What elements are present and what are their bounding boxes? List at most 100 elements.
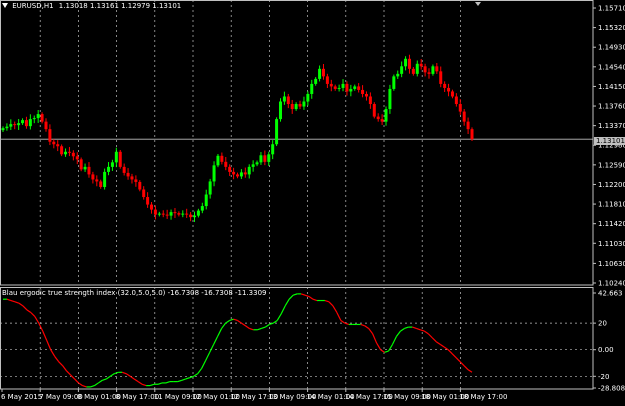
candle-body: [56, 144, 60, 147]
indicator-tick-label: 42.663: [598, 290, 623, 298]
candle-body: [118, 151, 122, 167]
candle-body: [220, 155, 224, 162]
candle-body: [193, 215, 197, 218]
indicator-segment: [102, 378, 107, 381]
candle-body: [142, 189, 146, 198]
candle-body: [271, 144, 275, 155]
candle-body: [75, 156, 79, 160]
indicator-segment: [435, 341, 441, 345]
indicator-segment: [391, 336, 398, 345]
candle-body: [466, 121, 470, 130]
candle-body: [275, 119, 279, 145]
indicator-segment: [451, 353, 457, 359]
candle-body: [321, 68, 325, 77]
candle-body: [185, 213, 189, 215]
candle-body: [263, 155, 267, 162]
indicator-segment: [98, 379, 103, 384]
indicator-segment: [336, 312, 342, 321]
candle-body: [267, 154, 271, 162]
indicator-segment: [22, 305, 28, 311]
indicator-segment: [50, 349, 56, 357]
indicator-segment: [447, 349, 453, 355]
candle-body: [239, 172, 243, 177]
candle-body: [290, 104, 294, 110]
candle-body: [71, 152, 75, 157]
candle-body: [286, 96, 290, 105]
candle-body: [134, 179, 138, 182]
indicator-segment: [420, 329, 425, 332]
candle-body: [107, 166, 111, 172]
candle-body: [52, 141, 56, 145]
y-tick-label: 1.11420: [598, 220, 625, 228]
indicator-segment: [237, 319, 242, 324]
candle-body: [232, 171, 236, 175]
candle-body: [380, 119, 384, 122]
candle-body: [318, 68, 322, 79]
candle-body: [427, 72, 431, 74]
candle-body: [200, 206, 204, 211]
candle-body: [110, 162, 114, 167]
candle-body: [396, 73, 400, 77]
indicator-segment: [233, 318, 238, 322]
time-axis: 6 May 20157 May 09:008 May 01:008 May 17…: [1, 389, 507, 401]
candle-body: [161, 213, 165, 215]
indicator-segment: [149, 383, 155, 387]
current-price-tag: 1.13101: [594, 137, 625, 145]
candle-body: [13, 124, 17, 126]
candle-body: [216, 155, 220, 166]
x-tick-label: 18 May 17:00: [459, 393, 507, 401]
candle-body: [282, 96, 286, 102]
indicator-tick-label: 20: [598, 320, 607, 328]
indicator-segment: [261, 326, 266, 330]
main-pane-frame: [0, 0, 594, 286]
indicator-segment: [431, 337, 437, 343]
candle-body: [36, 114, 40, 119]
candle-body: [40, 114, 44, 122]
candle-body: [435, 66, 439, 72]
symbol-marker-icon: [2, 3, 8, 8]
indicator-segment: [94, 382, 99, 387]
candle-body: [114, 151, 118, 163]
indicator-segment: [42, 330, 48, 341]
indicator-segment: [197, 367, 203, 374]
price-chart-canvas[interactable]: 1.15710 1.15320 1.14930 1.14540 1.14150 1.137…: [0, 0, 625, 402]
indicator-segment: [427, 333, 433, 339]
indicator-segment: [221, 322, 227, 329]
candle-body: [224, 161, 228, 167]
indicator-segment: [125, 373, 131, 377]
indicator-segment: [423, 330, 429, 335]
indicator-segment: [376, 342, 382, 351]
indicator-segment: [443, 346, 449, 351]
indicator-segment: [249, 327, 254, 331]
candle-body: [333, 86, 337, 89]
y-tick-label: 1.12590: [598, 161, 625, 169]
candle-body: [364, 93, 368, 97]
candle-body: [138, 181, 142, 190]
indicator-segment: [229, 318, 234, 322]
y-tick-label: 1.14150: [598, 83, 625, 91]
candle-body: [439, 71, 443, 84]
indicator-segment: [241, 322, 246, 327]
candle-body: [470, 129, 474, 140]
y-tick-label: 1.12200: [598, 181, 625, 189]
indicator-segment: [304, 294, 310, 298]
x-tick-label: 8 May 17:00: [116, 393, 160, 401]
ohlc-label: 1.13018 1.13161 1.12979 1.13101: [58, 2, 182, 10]
indicator-segment: [455, 357, 461, 363]
candle-body: [255, 162, 259, 165]
candle-body: [388, 88, 392, 110]
symbol-header: EURUSD,H1 1.13018 1.13161 1.12979 1.1310…: [2, 2, 181, 10]
indicator-segment: [90, 385, 95, 388]
indicator-segment: [217, 328, 223, 337]
candle-body: [259, 155, 263, 163]
candle-body: [153, 209, 157, 215]
candle-body: [454, 96, 458, 105]
shift-marker-icon: [475, 2, 481, 6]
chart-window[interactable]: 1.15710 1.15320 1.14930 1.14540 1.14150 1.137…: [0, 0, 625, 402]
indicator-segment: [114, 371, 119, 375]
indicator-segment: [284, 298, 290, 307]
y-tick-label: 1.15320: [598, 24, 625, 32]
candle-body: [146, 197, 150, 205]
y-tick-label: 1.11810: [598, 201, 625, 209]
x-tick-label: 6 May 2015: [1, 393, 42, 401]
